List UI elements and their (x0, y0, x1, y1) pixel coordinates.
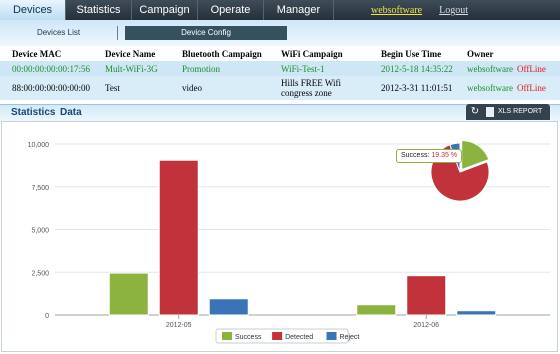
col-header-wifi: WiFi Campaign (269, 46, 369, 61)
y-tick-label: 5,000 (31, 228, 49, 235)
bar-success (108, 272, 149, 316)
col-header-time: Begin Use Time (369, 46, 455, 61)
status-badge: OffLine (516, 63, 546, 74)
x-tick-label: 2012-05 (166, 322, 192, 329)
col-header-name: Device Name (93, 46, 170, 61)
owner-name: websoftware (467, 83, 513, 93)
legend-label-reject: Reject (340, 334, 360, 341)
tab-devices[interactable]: Devices (0, 0, 66, 21)
legend-swatch-detected (272, 332, 283, 340)
cell-name: Test (93, 76, 170, 100)
user-link[interactable]: websoftware (371, 5, 422, 16)
col-header-mac: Device MAC (0, 46, 93, 61)
device-table: Device MAC Device Name Bluetooth Campaig… (0, 46, 560, 100)
cell-mac: 88:00:00:00:00:00:00 (0, 76, 93, 100)
legend-swatch-reject (326, 332, 337, 340)
user-links: websoftware Logout (371, 0, 482, 20)
table-row[interactable]: 88:00:00:00:00:00:00 Test video Hills FR… (0, 76, 560, 100)
top-nav: Devices Statistics Campaign Operate Mana… (0, 0, 560, 21)
col-header-owner: Owner (455, 46, 560, 61)
pie-tooltip: Success: 19.35 % (396, 149, 462, 163)
y-tick-label: 10,000 (28, 142, 50, 149)
data-link[interactable]: Data (60, 107, 82, 118)
sub-nav: Devices List Device Config (0, 20, 560, 46)
subtab-devices-list[interactable]: Devices List (0, 26, 118, 40)
col-header-bt: Bluetooth Campaign (170, 46, 269, 61)
cell-owner: websoftware OffLine (455, 76, 560, 100)
bar-detected (406, 275, 447, 316)
cell-owner: websoftware OffLine (455, 61, 560, 76)
y-tick-label: 2,500 (31, 270, 49, 277)
bar-success (356, 304, 397, 316)
cell-bt: Promotion (170, 61, 269, 76)
subtab-device-config[interactable]: Device Config (125, 26, 287, 40)
cell-wifi: Hills FREE Wifi congress zone (269, 76, 369, 100)
legend-label-success: Success (235, 334, 262, 341)
logout-link[interactable]: Logout (439, 5, 468, 16)
refresh-icon[interactable]: ↻ (469, 106, 481, 118)
table-header-row: Device MAC Device Name Bluetooth Campaig… (0, 46, 560, 61)
table-row[interactable]: 00:00:00:00:00:17:56 Mult-WiFi-3G Promot… (0, 61, 560, 76)
chart-svg: 0 2,500 5,000 7,500 10,000 2012-05 2012-06 Succ… (28, 140, 550, 344)
statistics-link[interactable]: Statistics (11, 107, 55, 118)
cell-wifi: WiFi-Test-1 (269, 61, 369, 76)
legend-label-detected: Detected (285, 334, 313, 341)
pie-tooltip-label: Success: (401, 152, 430, 159)
y-tick-label: 7,500 (31, 185, 49, 192)
cell-time: 2012-3-31 11:01:51 (369, 76, 455, 100)
y-tick-label: 0 (45, 313, 49, 320)
cell-bt: video (170, 76, 269, 100)
tab-operate[interactable]: Operate (198, 0, 264, 20)
x-tick-label: 2012-06 (413, 322, 439, 329)
tab-manager[interactable]: Manager (264, 0, 334, 20)
xls-report-button[interactable]: XLS REPORT (498, 106, 542, 118)
owner-name: websoftware (467, 63, 513, 74)
cell-time: 2012-5-18 14:35:22 (369, 61, 455, 76)
legend-swatch-success (222, 332, 232, 340)
status-badge: OffLine (516, 83, 546, 93)
chart-container: 0 2,500 5,000 7,500 10,000 2012-05 2012-06 Succ… (1, 121, 558, 352)
bar-reject (208, 298, 249, 316)
bar-reject (456, 310, 497, 316)
pie-tooltip-value: 19.35 % (431, 152, 458, 159)
tab-statistics[interactable]: Statistics (66, 0, 132, 20)
cell-name: Mult-WiFi-3G (93, 61, 170, 76)
report-toolbar: ↻ XLS REPORT (466, 104, 550, 120)
bar-detected (158, 159, 199, 316)
xls-file-icon[interactable] (486, 107, 494, 117)
tab-campaign[interactable]: Campaign (132, 0, 198, 20)
cell-mac: 00:00:00:00:00:17:56 (0, 61, 93, 76)
